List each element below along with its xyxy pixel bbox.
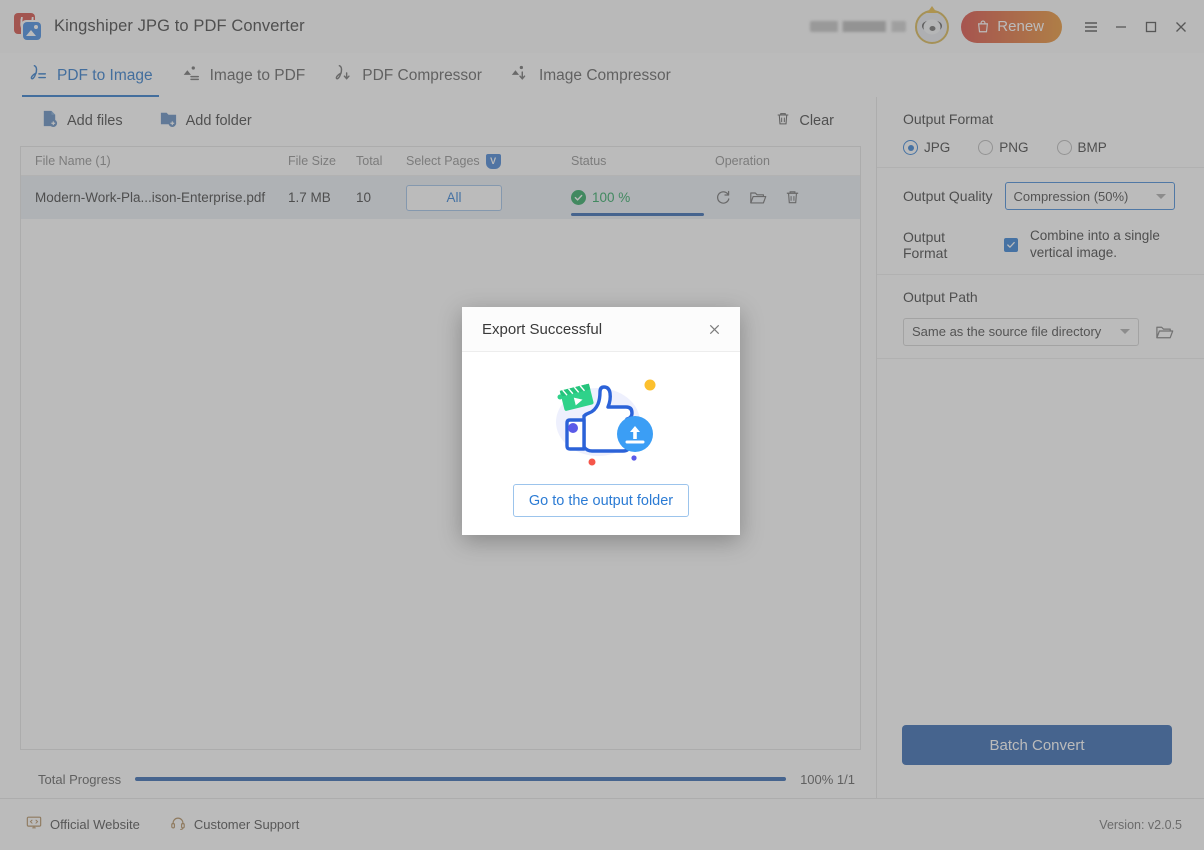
close-icon[interactable]	[702, 317, 726, 341]
application-window: Kingshiper JPG to PDF Converter Renew PD…	[0, 0, 1204, 850]
dialog-body: Go to the output folder	[462, 352, 740, 535]
go-to-output-folder-button[interactable]: Go to the output folder	[513, 484, 689, 517]
dialog-title: Export Successful	[482, 320, 603, 338]
export-successful-dialog: Export Successful Go to the output folde…	[462, 307, 740, 535]
thumbs-up-upload-illustration	[526, 364, 676, 476]
dialog-header: Export Successful	[462, 307, 740, 352]
